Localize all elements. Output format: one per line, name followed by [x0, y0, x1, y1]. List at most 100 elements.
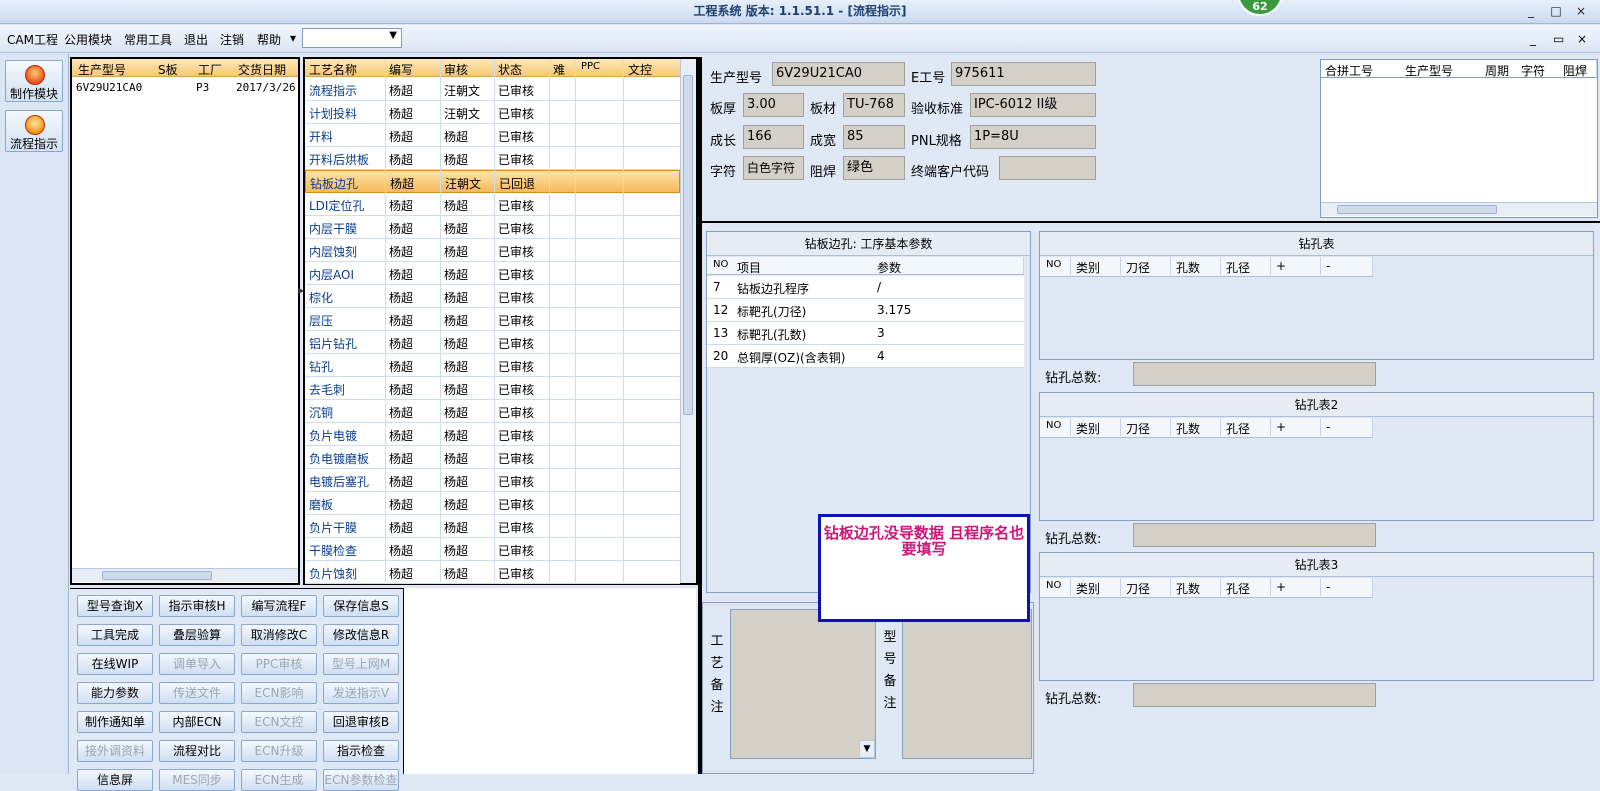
action-button-2-1[interactable]: 调单导入	[159, 653, 235, 675]
table-row[interactable]: 20 总铜厚(OZ)(含表铜) 4	[707, 345, 1024, 368]
action-button-0-1[interactable]: 指示审核H	[159, 595, 235, 617]
scroll-thumb[interactable]	[102, 571, 212, 580]
action-button-1-0[interactable]: 工具完成	[77, 624, 153, 646]
mdi-close-button[interactable]: ×	[1577, 32, 1587, 46]
column-header[interactable]: 文控	[628, 61, 652, 78]
action-button-2-0[interactable]: 在线WIP	[77, 653, 153, 675]
model-field[interactable]: 6V29U21CA0	[772, 62, 905, 86]
column-header[interactable]: 编写	[389, 61, 413, 78]
column-header[interactable]: 项目	[737, 259, 761, 276]
action-button-6-1[interactable]: MES同步	[159, 769, 235, 791]
char-field[interactable]: 白色字符	[743, 156, 804, 180]
action-button-4-2[interactable]: ECN文控	[241, 711, 317, 733]
splitter-arrow-icon[interactable]: ▶	[298, 286, 304, 295]
vertical-scrollbar[interactable]	[680, 59, 696, 583]
column-header[interactable]: 孔数	[1176, 580, 1200, 597]
action-button-5-3[interactable]: 指示检查	[323, 740, 399, 762]
action-button-5-0[interactable]: 接外调资料	[77, 740, 153, 762]
table-row[interactable]: 7 钻板边孔程序 /	[707, 276, 1024, 299]
mdi-minimize-button[interactable]: _	[1530, 32, 1536, 46]
column-header[interactable]: 类别	[1076, 259, 1100, 276]
action-button-0-2[interactable]: 编写流程F	[241, 595, 317, 617]
column-header[interactable]: 周期	[1485, 62, 1509, 79]
column-header[interactable]: 工艺名称	[309, 61, 357, 78]
scroll-thumb[interactable]	[1337, 205, 1497, 214]
column-header[interactable]: 阻焊	[1563, 62, 1587, 79]
width-field[interactable]: 85	[843, 125, 905, 149]
column-header[interactable]: 孔数	[1176, 259, 1200, 276]
close-button[interactable]: ×	[1570, 2, 1592, 20]
action-button-3-0[interactable]: 能力参数	[77, 682, 153, 704]
model-remark-textarea[interactable]	[902, 609, 1032, 759]
minimize-button[interactable]: _	[1520, 2, 1542, 20]
menu-cam[interactable]: CAM工程	[7, 31, 58, 48]
column-header[interactable]: -	[1326, 420, 1330, 434]
column-header[interactable]: 交货日期	[238, 61, 286, 78]
action-button-3-2[interactable]: ECN影响	[241, 682, 317, 704]
column-header[interactable]: +	[1276, 580, 1286, 594]
column-header[interactable]: 孔径	[1226, 259, 1250, 276]
action-button-5-2[interactable]: ECN升级	[241, 740, 317, 762]
action-button-4-1[interactable]: 内部ECN	[159, 711, 235, 733]
action-button-4-0[interactable]: 制作通知单	[77, 711, 153, 733]
horizontal-scrollbar[interactable]	[72, 568, 298, 582]
column-header[interactable]: 孔径	[1226, 580, 1250, 597]
action-button-6-0[interactable]: 信息屏	[77, 769, 153, 791]
customer-field[interactable]	[999, 156, 1096, 180]
action-button-2-2[interactable]: PPC审核	[241, 653, 317, 675]
column-header[interactable]: S板	[158, 61, 178, 78]
chevron-down-icon[interactable]: ▾	[290, 31, 296, 45]
column-header[interactable]: 类别	[1076, 580, 1100, 597]
action-button-4-3[interactable]: 回退审核B	[323, 711, 399, 733]
column-header[interactable]: 生产型号	[1405, 62, 1453, 79]
column-header[interactable]: 孔数	[1176, 420, 1200, 437]
menu-public-module[interactable]: 公用模块	[64, 31, 112, 48]
column-header[interactable]: -	[1326, 259, 1330, 273]
column-header[interactable]: 字符	[1521, 62, 1545, 79]
scroll-down-icon[interactable]: ▼	[859, 740, 875, 758]
column-header[interactable]: 工厂	[198, 61, 222, 78]
action-button-0-0[interactable]: 型号查询X	[77, 595, 153, 617]
column-header[interactable]: 孔径	[1226, 420, 1250, 437]
column-header[interactable]: NO	[1046, 259, 1061, 270]
column-header[interactable]: 类别	[1076, 420, 1100, 437]
column-header[interactable]: -	[1326, 580, 1330, 594]
horizontal-scrollbar[interactable]	[1321, 202, 1597, 216]
drill-total-field[interactable]	[1133, 523, 1376, 547]
column-header[interactable]: +	[1276, 259, 1286, 273]
drill-total-field[interactable]	[1133, 683, 1376, 707]
thickness-field[interactable]: 3.00	[743, 93, 804, 117]
action-button-6-2[interactable]: ECN生成	[241, 769, 317, 791]
column-header[interactable]: NO	[1046, 580, 1061, 591]
length-field[interactable]: 166	[743, 125, 804, 149]
column-header[interactable]: 刀径	[1126, 580, 1150, 597]
sidebar-item-make-module[interactable]: 制作模块	[5, 60, 63, 102]
menu-logout[interactable]: 注销	[220, 31, 244, 48]
menu-common-tools[interactable]: 常用工具	[124, 31, 172, 48]
action-button-1-2[interactable]: 取消修改C	[241, 624, 317, 646]
mask-field[interactable]: 绿色	[843, 156, 905, 180]
process-remark-textarea[interactable]: ▼	[730, 609, 876, 759]
column-header[interactable]: 审核	[444, 61, 468, 78]
drill-total-field[interactable]	[1133, 362, 1376, 386]
column-header[interactable]: NO	[713, 259, 728, 270]
action-button-5-1[interactable]: 流程对比	[159, 740, 235, 762]
table-row[interactable]: 6V29U21CA0 P3 2017/3/26	[72, 78, 298, 98]
column-header[interactable]: PPC	[581, 61, 600, 72]
table-row[interactable]: 13 标靶孔(孔数) 3	[707, 322, 1024, 345]
column-header[interactable]: 合拼工号	[1325, 62, 1373, 79]
scroll-thumb[interactable]	[683, 75, 693, 415]
action-button-0-3[interactable]: 保存信息S	[323, 595, 399, 617]
action-button-2-3[interactable]: 型号上网M	[323, 653, 399, 675]
action-button-1-3[interactable]: 修改信息R	[323, 624, 399, 646]
pnl-field[interactable]: 1P=8U	[970, 125, 1096, 149]
column-header[interactable]: 状态	[498, 61, 522, 78]
column-header[interactable]: 生产型号	[78, 61, 126, 78]
action-button-1-1[interactable]: 叠层验算	[159, 624, 235, 646]
action-button-3-3[interactable]: 发送指示V	[323, 682, 399, 704]
material-field[interactable]: TU-768	[843, 93, 905, 117]
table-row[interactable]: 12 标靶孔(刀径) 3.175	[707, 299, 1024, 322]
mdi-restore-button[interactable]: ▭	[1553, 32, 1564, 46]
column-header[interactable]: NO	[1046, 420, 1061, 431]
menu-exit[interactable]: 退出	[184, 31, 208, 48]
